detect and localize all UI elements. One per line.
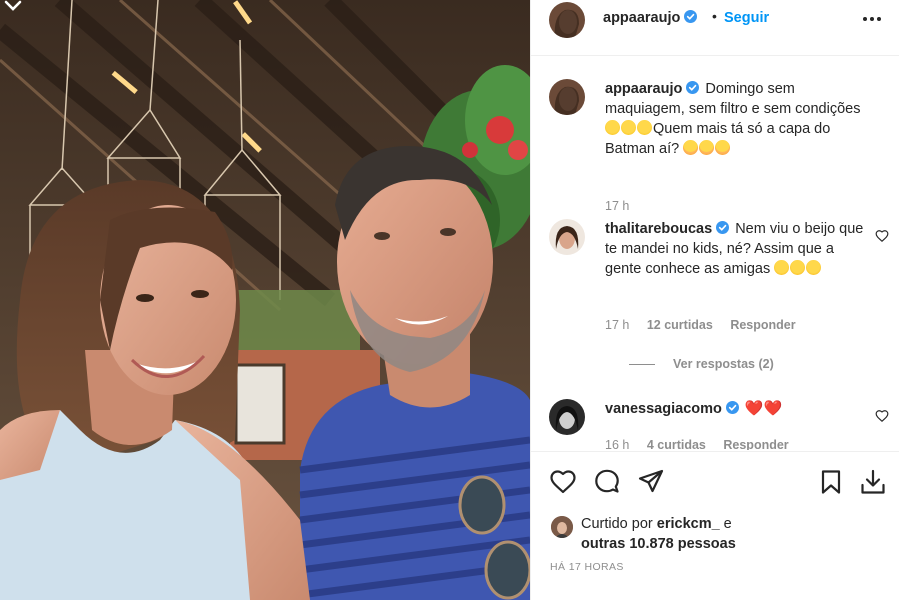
likes-middle: e	[719, 516, 732, 532]
comment-text: thalitareboucas Nem viu o beijo que te m…	[605, 219, 867, 279]
comment-likes[interactable]: 4 curtidas	[647, 438, 706, 450]
verified-badge-icon	[725, 401, 739, 414]
laughing-emoji-icon	[605, 120, 620, 135]
liker-avatar[interactable]	[551, 516, 573, 538]
huffing-emoji-icon	[790, 260, 806, 275]
paper-plane-icon[interactable]	[637, 468, 665, 496]
selfie-image	[0, 0, 530, 600]
comment-likes[interactable]: 12 curtidas	[647, 318, 713, 332]
comment-body: ❤️❤️	[744, 400, 783, 417]
comments-list[interactable]: appaaraujo Domingo sem maquiagem, sem fi…	[531, 57, 899, 450]
like-comment-heart-icon[interactable]	[875, 229, 889, 243]
author-avatar[interactable]	[549, 2, 585, 38]
reply-button[interactable]: Responder	[730, 318, 795, 332]
comment-meta: 17 h 12 curtidas Responder	[605, 318, 810, 332]
laughing-emoji-icon	[637, 120, 652, 135]
commenter-avatar[interactable]	[549, 219, 585, 255]
comment-text: vanessagiacomo ❤️❤️	[605, 399, 867, 419]
caption-username[interactable]: appaaraujo	[605, 81, 700, 97]
blushing-emoji-icon	[683, 140, 699, 155]
post-photo[interactable]	[0, 0, 530, 600]
back-arrow-icon[interactable]	[4, 0, 22, 14]
laughing-emoji-icon	[621, 120, 636, 135]
commenter-avatar[interactable]	[549, 399, 585, 435]
caption-meta: 17 h	[605, 199, 643, 213]
replies-divider	[629, 364, 655, 366]
download-icon[interactable]	[859, 468, 887, 496]
blushing-emoji-icon	[699, 140, 715, 155]
heart-icon[interactable]	[549, 468, 577, 496]
verified-badge-icon	[686, 81, 700, 94]
post-timestamp: HÁ 17 HORAS	[550, 561, 624, 573]
huffing-emoji-icon	[806, 260, 822, 275]
verified-badge-icon	[716, 221, 730, 234]
likes-summary[interactable]: Curtido por erickcm_ e outras 10.878 pes…	[581, 514, 881, 554]
huffing-emoji-icon	[774, 260, 790, 275]
blushing-emoji-icon	[715, 140, 731, 155]
comment-username[interactable]: vanessagiacomo	[605, 401, 739, 417]
view-replies-label: Ver respostas (2)	[673, 357, 774, 371]
post-sidebar: appaaraujo • Seguir appaaraujo Domingo s…	[530, 0, 899, 600]
comment-time: 17 h	[605, 318, 630, 332]
caption-author-avatar[interactable]	[549, 79, 585, 115]
bookmark-icon[interactable]	[817, 468, 845, 496]
reply-button[interactable]: Responder	[723, 438, 788, 450]
comment-bubble-icon[interactable]	[593, 468, 621, 496]
more-options-icon[interactable]	[861, 9, 883, 29]
likes-prefix: Curtido por	[581, 516, 657, 532]
comment-username[interactable]: thalitareboucas	[605, 221, 730, 237]
caption-text: appaaraujo Domingo sem maquiagem, sem fi…	[605, 79, 867, 159]
follow-button[interactable]: Seguir	[724, 10, 769, 26]
likes-others[interactable]: outras 10.878 pessoas	[581, 536, 736, 552]
view-replies-button[interactable]: Ver respostas (2)	[629, 357, 774, 371]
liker-username[interactable]: erickcm_	[657, 516, 720, 532]
separator-dot: •	[712, 8, 717, 24]
post-header: appaaraujo • Seguir	[531, 0, 899, 56]
comment-meta: 16 h 4 curtidas Responder	[605, 438, 803, 450]
verified-badge-icon	[684, 10, 698, 23]
post-actions: Curtido por erickcm_ e outras 10.878 pes…	[531, 451, 899, 600]
like-comment-heart-icon[interactable]	[875, 409, 889, 423]
author-username[interactable]: appaaraujo	[603, 10, 698, 26]
comment-time: 16 h	[605, 438, 630, 450]
caption-time: 17 h	[605, 199, 630, 213]
